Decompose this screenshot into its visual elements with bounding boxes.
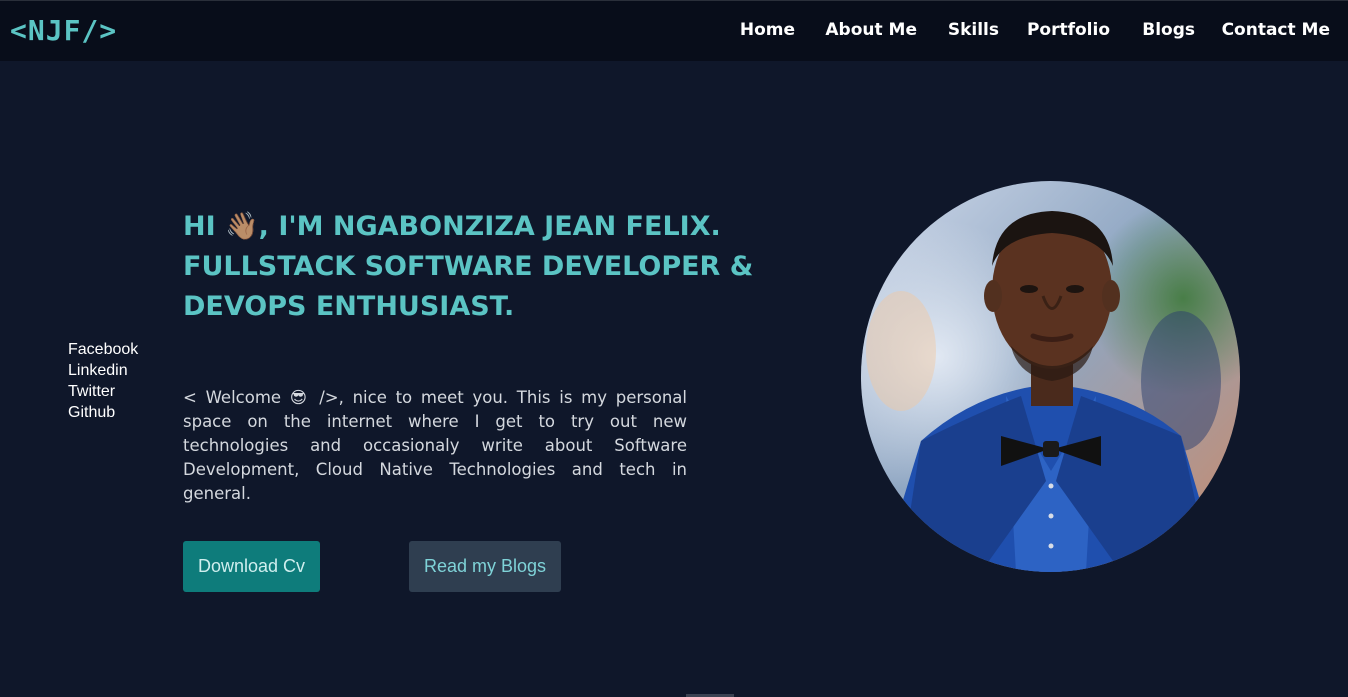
nav-link-about-me[interactable]: About Me	[825, 20, 917, 40]
social-link-github[interactable]: Github	[68, 402, 138, 423]
hero-intro: < Welcome 😎 />, nice to meet you. This i…	[183, 388, 687, 503]
social-links: Facebook Linkedin Twitter Github	[68, 339, 138, 423]
download-cv-button[interactable]: Download Cv	[183, 541, 320, 592]
nav-link-portfolio[interactable]: Portfolio	[1027, 20, 1110, 40]
headline-line-interest: DEVOPS ENTHUSIAST.	[183, 291, 515, 322]
profile-photo	[861, 181, 1240, 572]
nav-link-contact-me[interactable]: Contact Me	[1222, 20, 1330, 40]
navbar: <NJF/> Home About Me Skills Portfolio Bl…	[0, 0, 1348, 61]
headline-line-greeting: HI 👋🏽, I'M NGABONZIZA JEAN FELIX.	[183, 211, 721, 242]
social-link-facebook[interactable]: Facebook	[68, 339, 138, 360]
read-blogs-button[interactable]: Read my Blogs	[409, 541, 561, 592]
social-link-linkedin[interactable]: Linkedin	[68, 360, 138, 381]
headline-line-role: FULLSTACK SOFTWARE DEVELOPER &	[183, 251, 754, 282]
nav-link-blogs[interactable]: Blogs	[1142, 20, 1195, 40]
nav-link-home[interactable]: Home	[740, 20, 795, 40]
social-link-twitter[interactable]: Twitter	[68, 381, 138, 402]
site-logo[interactable]: <NJF/>	[10, 14, 117, 47]
nav-link-skills[interactable]: Skills	[948, 20, 999, 40]
hero-headline: HI 👋🏽, I'M NGABONZIZA JEAN FELIX. FULLST…	[183, 207, 783, 327]
